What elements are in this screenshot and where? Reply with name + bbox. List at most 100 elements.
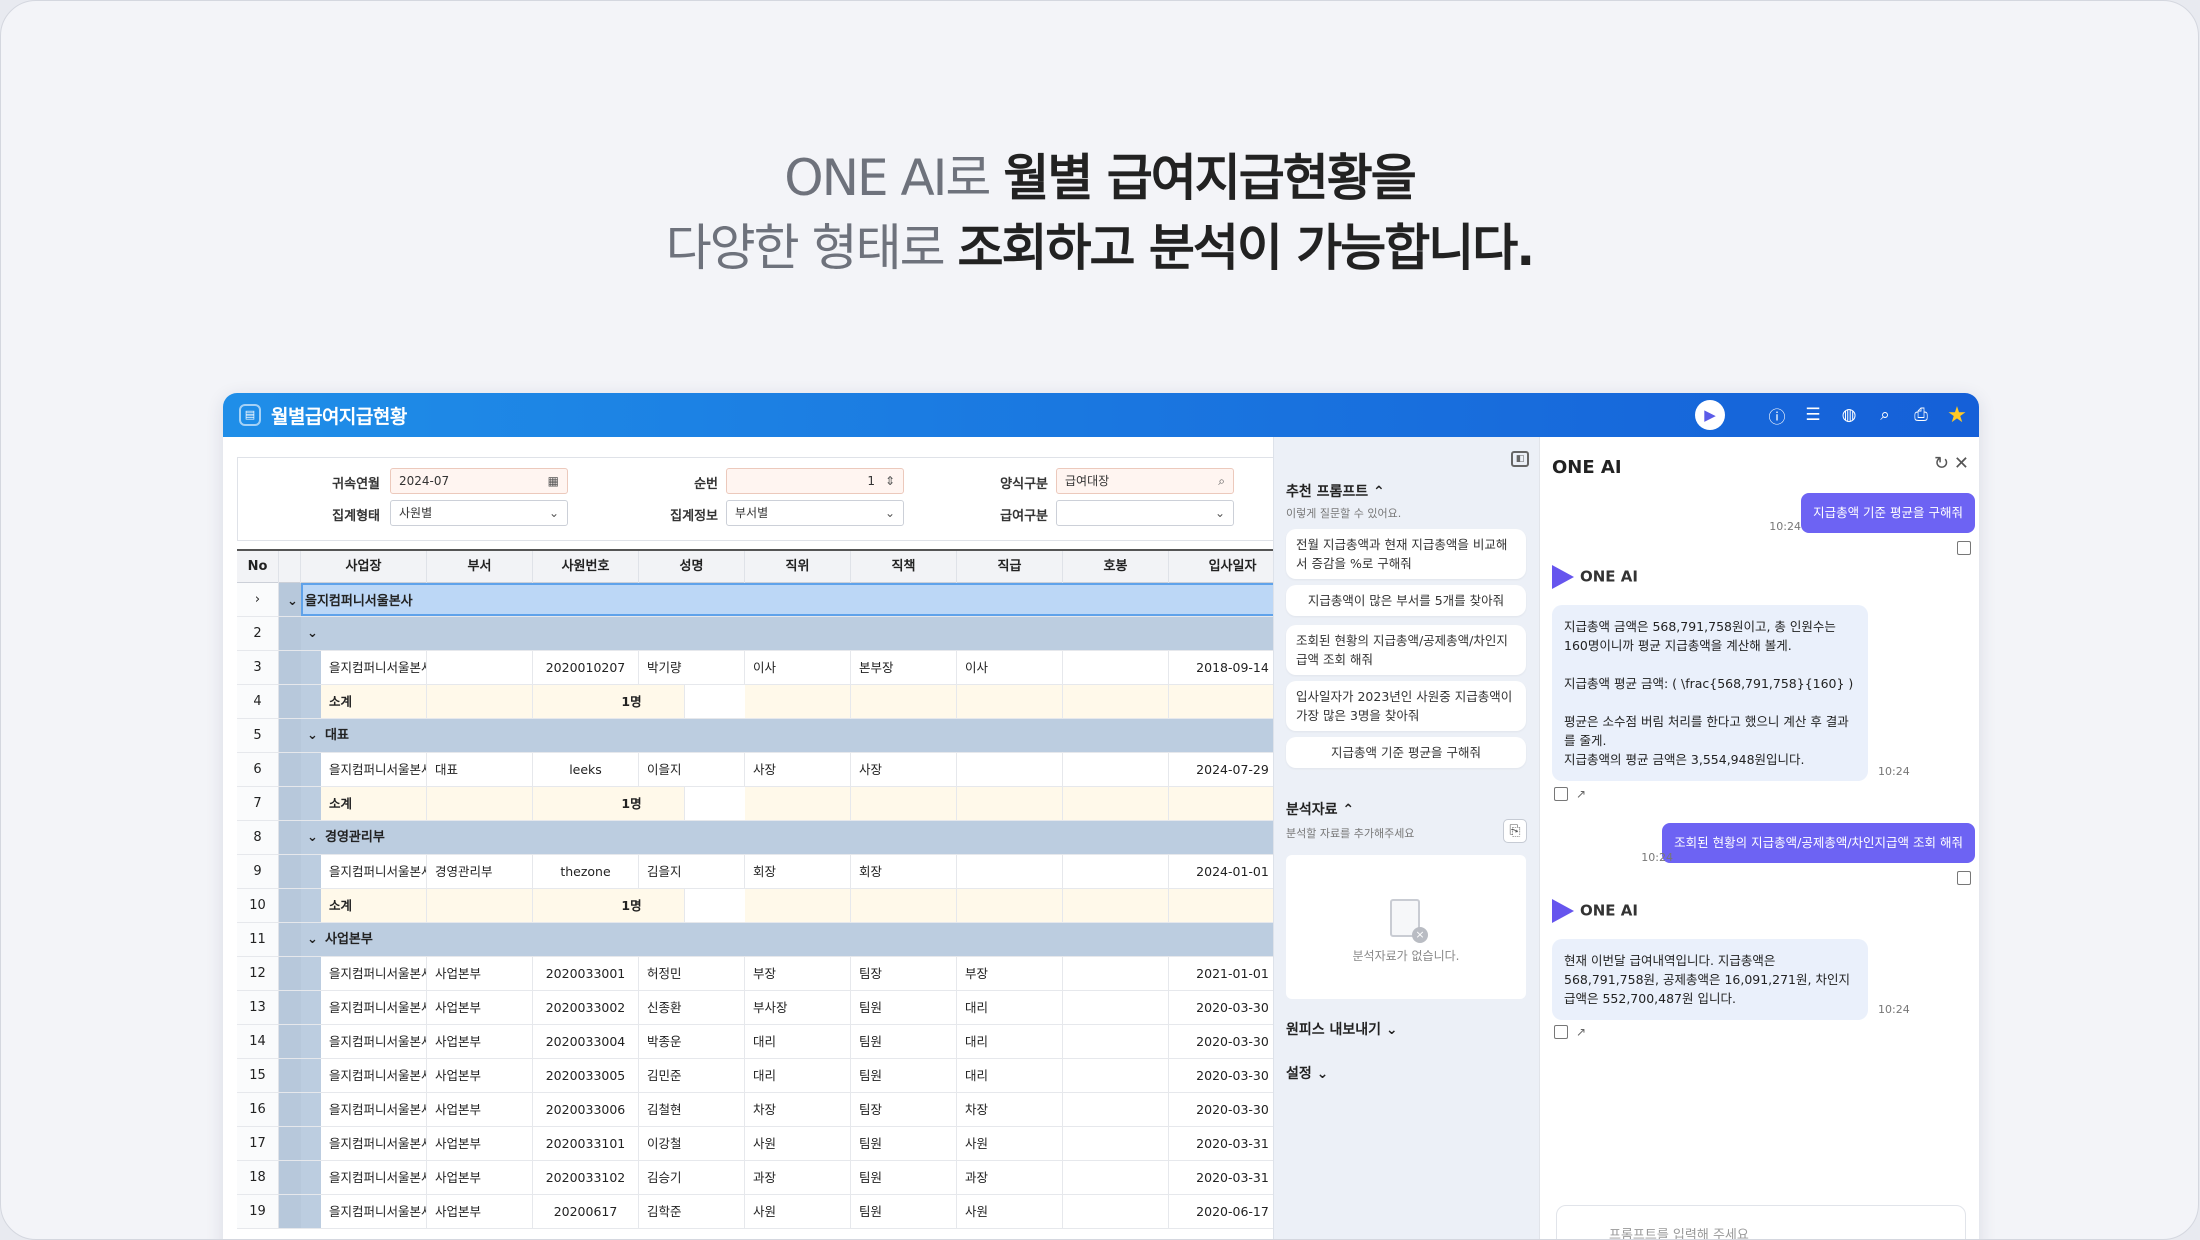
cell-step bbox=[1063, 1127, 1169, 1160]
group-toggle bbox=[279, 1025, 301, 1058]
prompt-chip[interactable]: 지급총액 기준 평균을 구해줘 bbox=[1286, 737, 1526, 768]
chevron-down-icon[interactable]: ⌄ bbox=[307, 923, 318, 956]
cell-site: 을지컴퍼니서울본사 bbox=[321, 957, 427, 990]
prompt-input[interactable]: 프롬프트를 입력해 주세요 bbox=[1556, 1205, 1966, 1239]
cell-site: 을지컴퍼니서울본사 bbox=[321, 855, 427, 888]
row-indent bbox=[301, 787, 321, 820]
bot-name-text: ONE AI bbox=[1580, 567, 1638, 586]
col-no[interactable]: No bbox=[237, 551, 279, 583]
cell-grade bbox=[957, 753, 1063, 786]
cell-duty: 팀장 bbox=[851, 957, 957, 990]
copy-icon[interactable] bbox=[1957, 871, 1971, 885]
analysis-title[interactable]: 분석자료 ⌃ bbox=[1286, 799, 1354, 819]
belong-month-field[interactable]: 2024-07 ▦ bbox=[390, 468, 568, 494]
group-toggle bbox=[279, 1093, 301, 1126]
group-row[interactable]: 8 ⌄ 경영관리부 bbox=[237, 821, 1297, 855]
col-step[interactable]: 호봉 bbox=[1063, 551, 1169, 583]
row-number: 18 bbox=[237, 1161, 279, 1194]
chevron-down-icon[interactable]: ⌄ bbox=[307, 617, 318, 650]
preview-icon[interactable]: ⌕ bbox=[1873, 403, 1897, 427]
table-row[interactable]: 12 을지컴퍼니서울본사 사업본부 2020033001 허정민 부장 팀장 부장 2021-0… bbox=[237, 957, 1297, 991]
cell-name: 이을지 bbox=[639, 753, 745, 786]
copy-icon[interactable] bbox=[1554, 787, 1568, 801]
col-emp-no[interactable]: 사원번호 bbox=[533, 551, 639, 583]
list-icon[interactable]: ☰ bbox=[1801, 403, 1825, 427]
cell-grade: 대리 bbox=[957, 1025, 1063, 1058]
col-name[interactable]: 성명 bbox=[639, 551, 745, 583]
cell-grade: 대리 bbox=[957, 1059, 1063, 1092]
search-icon[interactable]: ⌕ bbox=[1218, 469, 1225, 493]
group-row[interactable]: 5 ⌄ 대표 bbox=[237, 719, 1297, 753]
group-row[interactable]: 2 ⌄ bbox=[237, 617, 1297, 651]
attach-icon[interactable]: ⎘ bbox=[1503, 819, 1527, 843]
message-time: 10:24 bbox=[1878, 765, 1910, 778]
table-row[interactable]: 13 을지컴퍼니서울본사 사업본부 2020033002 신종환 부사장 팀원 대리 2020-… bbox=[237, 991, 1297, 1025]
stepper-icon[interactable]: ⇕ bbox=[885, 469, 895, 493]
share-icon[interactable]: ↗ bbox=[1576, 787, 1590, 801]
seq-field[interactable]: 1 ⇕ bbox=[726, 468, 904, 494]
subtotal-row[interactable]: 4 소계 1명 bbox=[237, 685, 1297, 719]
prompt-chip[interactable]: 지급총액이 많은 부서를 5개를 찾아줘 bbox=[1286, 585, 1526, 616]
col-position[interactable]: 직위 bbox=[745, 551, 851, 583]
panel-collapse-icon[interactable]: ◧ bbox=[1511, 451, 1529, 467]
table-row[interactable]: 9 을지컴퍼니서울본사 경영관리부 thezone 김을지 회장 회장 2024-01-01 bbox=[237, 855, 1297, 889]
settings-title[interactable]: 설정 ⌄ bbox=[1286, 1063, 1328, 1083]
info-icon[interactable]: ⓘ bbox=[1765, 403, 1789, 428]
pay-type-select[interactable]: ⌄ bbox=[1056, 500, 1234, 526]
chevron-down-icon[interactable]: ⌄ bbox=[287, 585, 298, 618]
prompt-chip[interactable]: 조회된 현황의 지급총액/공제총액/차인지급액 조회 해줘 bbox=[1286, 625, 1526, 675]
expand-icon[interactable]: › bbox=[237, 583, 279, 616]
cell-dept: 대표 bbox=[427, 753, 533, 786]
col-dept[interactable]: 부서 bbox=[427, 551, 533, 583]
copy-icon[interactable] bbox=[1957, 541, 1971, 555]
prompt-chip[interactable]: 전월 지급총액과 현재 지급총액을 비교해서 증감을 %로 구해줘 bbox=[1286, 529, 1526, 579]
table-row[interactable]: 3 을지컴퍼니서울본사 2020010207 박기량 이사 본부장 이사 2018-09-14 bbox=[237, 651, 1297, 685]
cell-duty: 팀원 bbox=[851, 1161, 957, 1194]
chevron-down-icon[interactable]: ⌄ bbox=[307, 719, 318, 752]
subtotal-row[interactable]: 10 소계 1명 bbox=[237, 889, 1297, 923]
table-row[interactable]: 17 을지컴퍼니서울본사 사업본부 2020033101 이강철 사원 팀원 사원 2020-0… bbox=[237, 1127, 1297, 1161]
close-icon[interactable]: ✕ bbox=[1954, 453, 1969, 474]
print-icon[interactable]: ⎙ bbox=[1909, 403, 1933, 427]
export-title[interactable]: 원피스 내보내기 ⌄ bbox=[1286, 1019, 1398, 1039]
subtotal-row[interactable]: 7 소계 1명 bbox=[237, 787, 1297, 821]
row-number: 2 bbox=[237, 617, 279, 650]
table-row[interactable]: 19 을지컴퍼니서울본사 사업본부 20200617 김학준 사원 팀원 사원 2020-06-… bbox=[237, 1195, 1297, 1229]
table-row[interactable]: 6 을지컴퍼니서울본사 대표 leeks 이을지 사장 사장 2024-07-29 bbox=[237, 753, 1297, 787]
prompts-title[interactable]: 추천 프롬프트 ⌃ bbox=[1286, 481, 1385, 501]
copy-icon[interactable] bbox=[1554, 1025, 1568, 1039]
agg-type-select[interactable]: 사원별 ⌄ bbox=[390, 500, 568, 526]
globe-icon[interactable]: ◍ bbox=[1837, 403, 1861, 427]
ai-logo-icon[interactable]: ▶ bbox=[1695, 400, 1725, 430]
col-duty[interactable]: 직책 bbox=[851, 551, 957, 583]
col-grade[interactable]: 직급 bbox=[957, 551, 1063, 583]
prompt-chip[interactable]: 입사일자가 2023년인 사원중 지급총액이 가장 많은 3명을 찾아줘 bbox=[1286, 681, 1526, 731]
bot-message: 현재 이번달 급여내역입니다. 지급총액은 568,791,758원, 공제총액… bbox=[1552, 939, 1868, 1020]
row-indent bbox=[301, 1025, 321, 1058]
table-row[interactable]: 18 을지컴퍼니서울본사 사업본부 2020033102 김승기 과장 팀원 과장 2020-0… bbox=[237, 1161, 1297, 1195]
cell-step bbox=[1063, 787, 1169, 820]
cell-step bbox=[1063, 651, 1169, 684]
cell-site: 을지컴퍼니서울본사 bbox=[321, 753, 427, 786]
calendar-icon[interactable]: ▦ bbox=[548, 469, 559, 493]
group-row[interactable]: 11 ⌄ 사업본부 bbox=[237, 923, 1297, 957]
cell-name: 이강철 bbox=[639, 1127, 745, 1160]
user-message: 조회된 현황의 지급총액/공제총액/차인지급액 조회 해줘 bbox=[1662, 823, 1975, 863]
agg-type-value: 사원별 bbox=[399, 506, 433, 520]
row-indent bbox=[301, 1059, 321, 1092]
table-row[interactable]: 16 을지컴퍼니서울본사 사업본부 2020033006 김철현 차장 팀장 차장 2020-0… bbox=[237, 1093, 1297, 1127]
table-row[interactable]: 14 을지컴퍼니서울본사 사업본부 2020033004 박종운 대리 팀원 대리 2020-0… bbox=[237, 1025, 1297, 1059]
share-icon[interactable]: ↗ bbox=[1576, 1025, 1590, 1039]
agg-type-label: 집계형태 bbox=[332, 509, 380, 524]
col-site[interactable]: 사업장 bbox=[301, 551, 427, 583]
agg-info-select[interactable]: 부서별 ⌄ bbox=[726, 500, 904, 526]
group-row[interactable]: › ⌄ 을지컴퍼니서울본사 bbox=[237, 583, 1297, 617]
refresh-icon[interactable]: ↻ bbox=[1934, 453, 1949, 474]
cell-dept: 사업본부 bbox=[427, 1093, 533, 1126]
form-type-field[interactable]: 급여대장 ⌕ bbox=[1056, 468, 1234, 494]
cell-dept: 사업본부 bbox=[427, 1127, 533, 1160]
star-icon[interactable]: ★ bbox=[1945, 403, 1969, 428]
chevron-down-icon: ⌄ bbox=[884, 506, 895, 520]
table-row[interactable]: 15 을지컴퍼니서울본사 사업본부 2020033005 김민준 대리 팀원 대리 2020-0… bbox=[237, 1059, 1297, 1093]
chevron-down-icon[interactable]: ⌄ bbox=[307, 821, 318, 854]
